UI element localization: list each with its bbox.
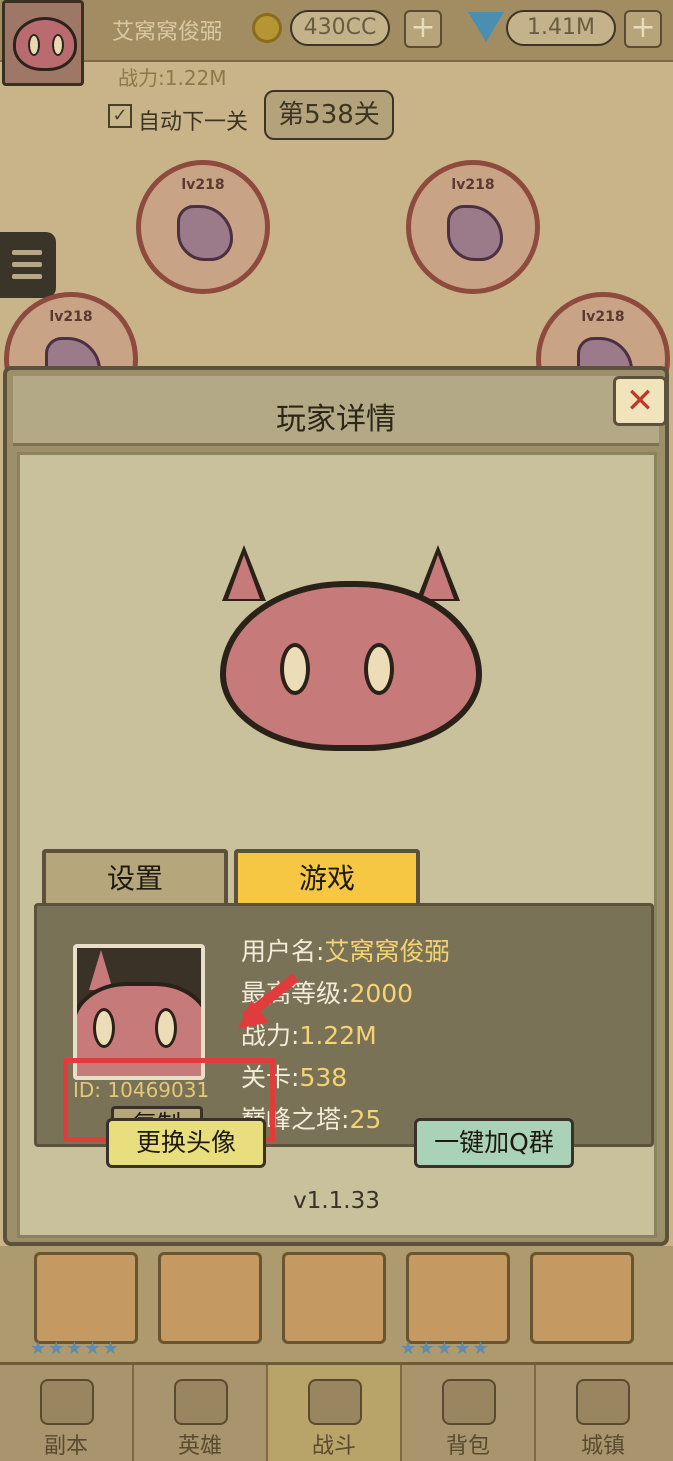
- player-avatar-button[interactable]: [2, 0, 84, 86]
- gold-amount: 430CC: [290, 10, 390, 46]
- hud-combat-power: 战力:1.22M: [118, 66, 227, 90]
- stage-indicator[interactable]: 第538关: [264, 90, 394, 140]
- change-avatar-button[interactable]: 更换头像: [106, 1118, 266, 1168]
- stat-value: 25: [349, 1105, 382, 1134]
- top-hud-bar: 艾窝窝俊弼 430CC + 1.41M +: [0, 0, 673, 86]
- nav-backpack[interactable]: 背包: [402, 1365, 536, 1461]
- nav-label: 副本: [43, 1434, 88, 1459]
- eye-icon: [280, 643, 310, 695]
- side-menu-button[interactable]: [0, 232, 56, 298]
- enemy-level: lv218: [181, 177, 225, 193]
- eye-icon: [155, 1008, 177, 1048]
- nav-label: 城镇: [580, 1434, 625, 1459]
- hero-card[interactable]: [406, 1252, 510, 1344]
- stat-value: 1.22M: [299, 1021, 377, 1050]
- enemy-level: lv218: [49, 309, 93, 325]
- star-rating-icon: ★★★★★: [400, 1338, 491, 1359]
- gem-amount: 1.41M: [506, 10, 616, 46]
- diamond-icon: [468, 12, 504, 42]
- player-info-panel: ID: 10469031 复制 用户名:艾窝窝俊弼 最高等级:2000 战力:1…: [34, 903, 654, 1147]
- player-details-dialog: 玩家详情 ✕ 设置 游戏 ID: 10469031 复制: [3, 366, 669, 1246]
- tab-settings[interactable]: 设置: [42, 849, 228, 905]
- nav-label: 战斗: [311, 1434, 356, 1459]
- enemy-token[interactable]: lv218: [136, 160, 270, 294]
- nav-label: 背包: [445, 1434, 490, 1459]
- dragon-icon: [177, 205, 233, 261]
- eye-icon: [364, 643, 394, 695]
- stat-value: 2000: [349, 979, 414, 1008]
- avatar-eye-icon: [52, 34, 64, 56]
- menu-icon: [12, 250, 42, 255]
- hud-player-name: 艾窝窝俊弼: [112, 20, 223, 45]
- nav-town[interactable]: 城镇: [536, 1365, 670, 1461]
- join-qq-group-button[interactable]: 一键加Q群: [414, 1118, 574, 1168]
- enemy-token[interactable]: lv218: [406, 160, 540, 294]
- dialog-title: 玩家详情: [276, 402, 396, 437]
- map-icon: [40, 1379, 94, 1425]
- close-button[interactable]: ✕: [613, 376, 667, 426]
- hero-card[interactable]: [530, 1252, 634, 1344]
- eye-icon: [93, 1008, 115, 1048]
- avatar-face-icon: [13, 17, 77, 71]
- nav-label: 英雄: [177, 1434, 222, 1459]
- hero-card[interactable]: [282, 1252, 386, 1344]
- auto-next-checkbox[interactable]: ✓: [108, 104, 132, 128]
- bottom-nav-bar: 副本 英雄 战斗 背包 城镇: [0, 1362, 673, 1461]
- nav-dungeon[interactable]: 副本: [0, 1365, 134, 1461]
- player-avatar-large: [210, 545, 482, 755]
- hero-card[interactable]: [34, 1252, 138, 1344]
- stat-username: 用户名:艾窝窝俊弼: [241, 932, 449, 968]
- shop-icon: [576, 1379, 630, 1425]
- stat-value: 538: [299, 1063, 348, 1092]
- add-gems-button[interactable]: +: [624, 10, 662, 48]
- avatar-eye-icon: [28, 34, 40, 56]
- helmet-icon: [174, 1379, 228, 1425]
- auto-next-label: 自动下一关: [138, 110, 249, 135]
- nav-battle[interactable]: 战斗: [268, 1365, 402, 1461]
- stat-value: 艾窝窝俊弼: [324, 937, 450, 966]
- tab-game[interactable]: 游戏: [234, 849, 420, 905]
- cat-face-icon: [220, 581, 482, 751]
- hero-card[interactable]: [158, 1252, 262, 1344]
- enemy-level: lv218: [451, 177, 495, 193]
- stat-key: 用户名:: [241, 937, 325, 966]
- coin-icon: [252, 13, 282, 43]
- version-label: v1.1.33: [293, 1188, 380, 1214]
- dragon-icon: [447, 205, 503, 261]
- star-rating-icon: ★★★★★: [30, 1338, 121, 1359]
- nav-heroes[interactable]: 英雄: [134, 1365, 268, 1461]
- dialog-header: 玩家详情: [13, 376, 659, 446]
- crossed-swords-icon: [308, 1379, 362, 1425]
- enemy-level: lv218: [581, 309, 625, 325]
- backpack-icon: [442, 1379, 496, 1425]
- add-gold-button[interactable]: +: [404, 10, 442, 48]
